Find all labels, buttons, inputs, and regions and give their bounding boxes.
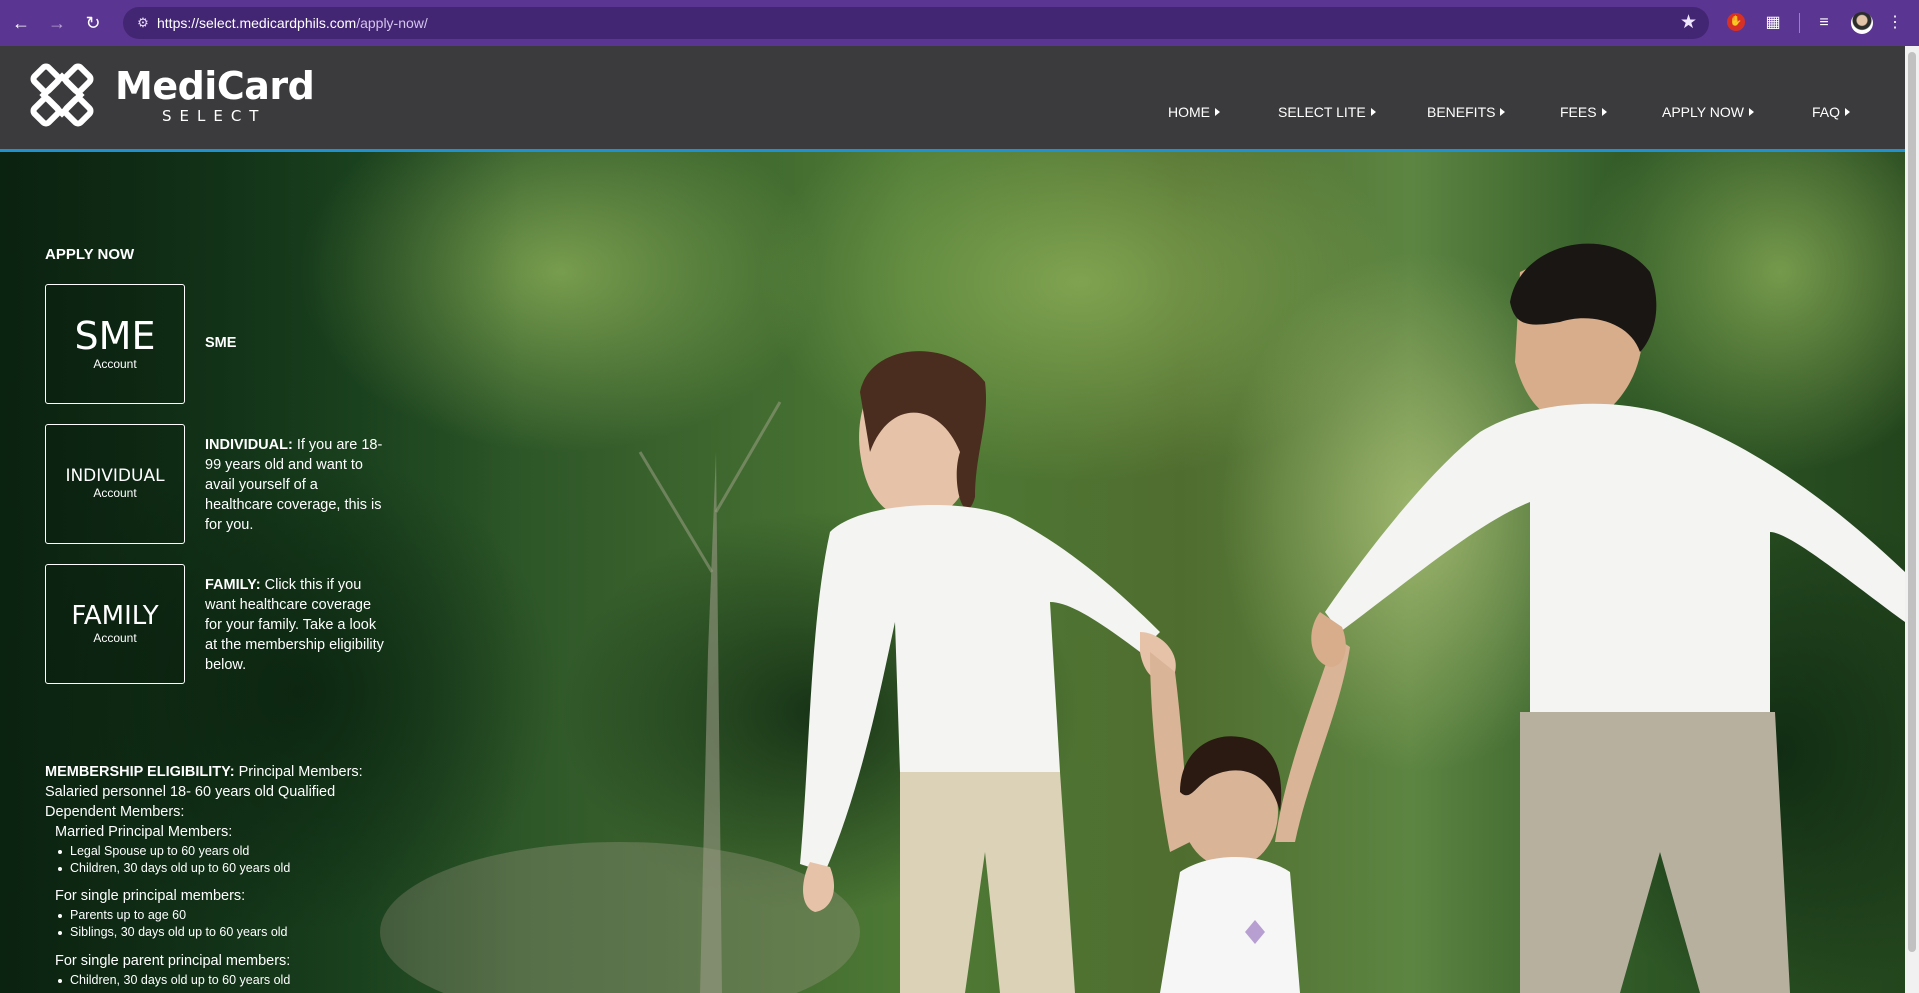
sme-account-button[interactable]: SME Account: [45, 284, 185, 404]
single-members-list: Parents up to age 60 Siblings, 30 days o…: [55, 907, 288, 941]
caret-right-icon: [1748, 108, 1754, 116]
individual-account-button[interactable]: INDIVIDUAL Account: [45, 424, 185, 544]
caret-right-icon: [1370, 108, 1376, 116]
nav-apply-now[interactable]: APPLY NOW: [1662, 102, 1754, 122]
sme-description: SME: [205, 333, 385, 353]
logo-title: MediCard: [115, 64, 315, 108]
page-viewport: MediCard SELECT HOME SELECT LITE BENEFIT…: [0, 46, 1905, 993]
family-description: FAMILY: Click this if you want healthcar…: [205, 575, 385, 675]
caret-right-icon: [1601, 108, 1607, 116]
married-members-title: Married Principal Members:: [55, 824, 233, 840]
individual-account-title: INDIVIDUAL: [65, 466, 165, 486]
site-header: MediCard SELECT HOME SELECT LITE BENEFIT…: [0, 46, 1905, 152]
site-settings-icon[interactable]: ⚙: [133, 13, 153, 33]
nav-benefits-label: BENEFITS: [1427, 104, 1496, 120]
extensions-puzzle-icon[interactable]: ▦: [1762, 12, 1784, 34]
single-parent-members-list: Children, 30 days old up to 60 years old: [55, 972, 290, 989]
individual-account-sub: Account: [93, 486, 137, 500]
media-queue-icon[interactable]: ≡: [1813, 12, 1835, 34]
membership-eligibility: MEMBERSHIP ELIGIBILITY: Principal Member…: [45, 762, 395, 822]
married-members-list: Legal Spouse up to 60 years old Children…: [55, 843, 290, 877]
url-text[interactable]: https://select.medicardphils.com/apply-n…: [157, 7, 428, 39]
family-account-title: FAMILY: [71, 601, 159, 631]
bookmark-star-icon[interactable]: ★: [1680, 11, 1697, 35]
extension-stop-icon[interactable]: ✋: [1727, 13, 1745, 31]
caret-right-icon: [1500, 108, 1506, 116]
child-figure: [1150, 637, 1350, 993]
url-host: https://select.medicardphils.com: [157, 15, 357, 31]
single-parent-members-title: For single parent principal members:: [55, 953, 291, 969]
individual-description: INDIVIDUAL: If you are 18-99 years old a…: [205, 435, 385, 535]
sme-desc-title: SME: [205, 335, 237, 351]
list-item: Legal Spouse up to 60 years old: [55, 843, 290, 860]
family-account-sub: Account: [93, 631, 137, 645]
nav-home-label: HOME: [1168, 104, 1210, 120]
nav-faq[interactable]: FAQ: [1812, 102, 1851, 122]
nav-home[interactable]: HOME: [1168, 102, 1220, 122]
nav-benefits[interactable]: BENEFITS: [1427, 102, 1506, 122]
nav-fees[interactable]: FEES: [1560, 102, 1607, 122]
single-members-title: For single principal members:: [55, 888, 246, 904]
caret-right-icon: [1215, 108, 1220, 116]
page-scrollbar[interactable]: [1905, 46, 1919, 993]
family-account-button[interactable]: FAMILY Account: [45, 564, 185, 684]
list-item: Siblings, 30 days old up to 60 years old: [55, 924, 288, 941]
browser-toolbar: ← → ↻ ⚙ https://select.medicardphils.com…: [0, 0, 1919, 46]
sme-account-sub: Account: [93, 357, 137, 371]
list-item: Parents up to age 60: [55, 907, 288, 924]
url-path: /apply-now/: [356, 15, 428, 31]
back-icon[interactable]: ←: [10, 12, 32, 34]
nav-select-lite[interactable]: SELECT LITE: [1278, 102, 1376, 122]
nav-apply-now-label: APPLY NOW: [1662, 104, 1744, 120]
nav-fees-label: FEES: [1560, 104, 1597, 120]
main-nav: HOME SELECT LITE BENEFITS FEES APPLY NOW…: [0, 102, 1905, 122]
list-item: Children, 30 days old up to 60 years old: [55, 860, 290, 877]
nav-select-lite-label: SELECT LITE: [1278, 104, 1366, 120]
reload-icon[interactable]: ↻: [82, 12, 104, 34]
nav-faq-label: FAQ: [1812, 104, 1841, 120]
scrollbar-thumb[interactable]: [1908, 52, 1916, 952]
more-menu-icon[interactable]: ⋮: [1884, 12, 1906, 34]
address-bar[interactable]: ⚙ https://select.medicardphils.com/apply…: [123, 7, 1709, 39]
eligibility-title: MEMBERSHIP ELIGIBILITY:: [45, 764, 235, 780]
toolbar-divider: [1799, 13, 1800, 33]
forward-icon[interactable]: →: [46, 12, 68, 34]
family-desc-title: FAMILY:: [205, 577, 261, 593]
list-item: Children, 30 days old up to 60 years old: [55, 972, 290, 989]
apply-now-heading: APPLY NOW: [45, 246, 135, 263]
individual-desc-title: INDIVIDUAL:: [205, 437, 293, 453]
sme-account-title: SME: [74, 314, 156, 358]
caret-right-icon: [1845, 108, 1851, 116]
profile-avatar[interactable]: [1851, 12, 1873, 34]
